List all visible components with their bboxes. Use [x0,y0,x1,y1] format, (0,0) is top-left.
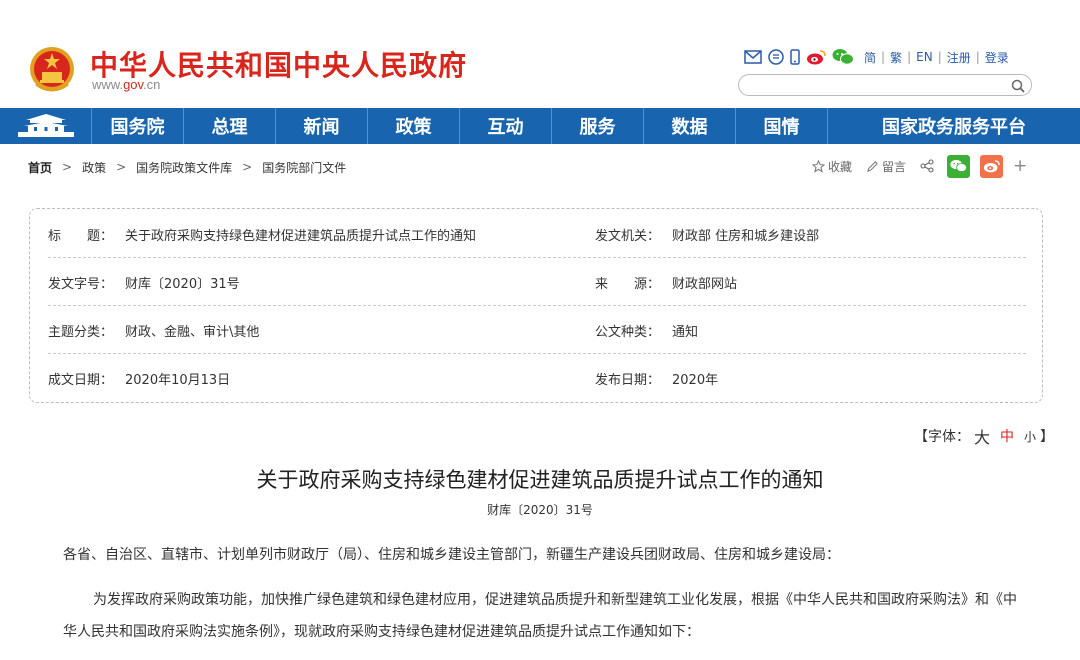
nav-item-data[interactable]: 数据 [644,108,736,144]
weibo-share-icon[interactable] [980,154,1004,178]
breadcrumb-home[interactable]: 首页 [28,159,52,176]
english-link[interactable]: EN [916,50,933,64]
type-label: 公文种类： [595,324,661,340]
document-info-box: 标 题： 关于政府采购支持绿色建材促进建筑品质提升试点工作的通知 发文机关： 财… [29,208,1043,403]
more-share-button[interactable]: + [1013,156,1027,176]
font-size-suffix: 】 [1040,429,1055,445]
source-label: 来 源： [595,276,661,292]
font-size-small[interactable]: 小 [1024,428,1036,445]
nav-item-state-council[interactable]: 国务院 [92,108,184,144]
breadcrumb-item[interactable]: 国务院政策文件库 [136,159,232,176]
nav-item-national-conditions[interactable]: 国情 [736,108,828,144]
chevron-right-icon: > [62,160,73,174]
divider: | [907,50,912,64]
article-paragraph: 为发挥政府采购政策功能，加快推广绿色建筑和绿色建材应用，促进建筑品质提升和新型建… [63,592,1017,640]
register-link[interactable]: 注册 [947,49,971,66]
share-icon [920,159,934,173]
national-emblem-icon [30,47,74,92]
info-row: 发文字号： 财库〔2020〕31号 来 源： 财政部网站 [48,258,1026,306]
breadcrumb: 首页 > 政策 > 国务院政策文件库 > 国务院部门文件 [28,158,346,176]
nav-item-policies[interactable]: 政策 [368,108,460,144]
message-icon[interactable] [768,49,784,65]
issuer-value: 财政部 住房和城乡建设部 [672,228,820,244]
site-url: www.gov.cn [92,77,161,92]
source-value: 财政部网站 [672,276,738,292]
written-date-label: 成文日期： [48,372,114,388]
search-input[interactable] [749,77,999,93]
font-size-large[interactable]: 大 [974,424,990,448]
nav-item-interaction[interactable]: 互动 [460,108,552,144]
published-date-cell: 发布日期： 2020年 [595,354,718,402]
pen-icon [867,160,878,172]
email-icon[interactable] [744,50,762,64]
chevron-right-icon: > [242,160,253,174]
info-row: 成文日期： 2020年10月13日 发布日期： 2020年 [48,354,1026,402]
login-link[interactable]: 登录 [985,49,1009,66]
star-icon [812,159,825,173]
type-cell: 公文种类： 通知 [595,306,698,354]
docno-label: 发文字号： [48,276,114,292]
written-date-value: 2020年10月13日 [125,372,231,388]
favorite-button[interactable]: 收藏 [812,158,852,175]
chevron-right-icon: > [116,160,127,174]
tiananmen-icon[interactable] [0,108,92,144]
top-links: 简 | 繁 | EN | 注册 | 登录 [744,46,1009,68]
site-header: 中华人民共和国中央人民政府 www.gov.cn 简 | 繁 | EN | 注册… [0,0,1080,108]
font-size-switcher: 【字体： 大 中 小 】 [912,424,1056,448]
breadcrumb-item[interactable]: 国务院部门文件 [262,159,346,176]
nav-item-news[interactable]: 新闻 [276,108,368,144]
docno-value: 财库〔2020〕31号 [125,276,240,292]
docno-cell: 发文字号： 财库〔2020〕31号 [48,258,240,306]
type-value: 通知 [672,324,699,340]
topic-cell: 主题分类： 财政、金融、审计\其他 [48,306,259,354]
search-icon[interactable] [1011,78,1025,97]
article-paragraph: 各省、自治区、直辖市、计划单列市财政厅（局）、住房和城乡建设主管部门，新疆生产建… [63,547,840,563]
divider: | [937,50,942,64]
article-doc-number: 财库〔2020〕31号 [487,503,593,517]
comment-label: 留言 [882,159,907,174]
info-row: 标 题： 关于政府采购支持绿色建材促进建筑品质提升试点工作的通知 发文机关： 财… [48,210,1026,258]
published-date-value: 2020年 [672,372,719,388]
font-size-prefix: 【字体： [914,429,970,445]
comment-button[interactable]: 留言 [866,158,906,175]
topic-value: 财政、金融、审计\其他 [125,324,260,340]
issuer-label: 发文机关： [595,228,661,244]
written-date-cell: 成文日期： 2020年10月13日 [48,354,230,402]
title-label: 标 题： [48,228,114,244]
font-size-medium[interactable]: 中 [1000,426,1014,446]
published-date-label: 发布日期： [595,372,661,388]
weibo-icon[interactable] [806,49,826,65]
topic-label: 主题分类： [48,324,114,340]
title-value: 关于政府采购支持绿色建材促进建筑品质提升试点工作的通知 [125,228,477,244]
traditional-link[interactable]: 繁 [890,49,902,66]
divider: | [881,50,886,64]
source-cell: 来 源： 财政部网站 [595,258,737,306]
breadcrumb-item[interactable]: 政策 [82,159,106,176]
main-nav: 国务院 总理 新闻 政策 互动 服务 数据 国情 国家政务服务平台 [0,108,1080,144]
nav-item-premier[interactable]: 总理 [184,108,276,144]
title-cell: 标 题： 关于政府采购支持绿色建材促进建筑品质提升试点工作的通知 [48,210,476,258]
favorite-label: 收藏 [828,159,853,174]
wechat-icon[interactable] [832,48,854,66]
share-button[interactable] [920,159,937,173]
info-row: 主题分类： 财政、金融、审计\其他 公文种类： 通知 [48,306,1026,354]
nav-item-services[interactable]: 服务 [552,108,644,144]
article-actions: 收藏 留言 + [812,154,1027,178]
issuer-cell: 发文机关： 财政部 住房和城乡建设部 [595,210,819,258]
article-title: 关于政府采购支持绿色建材促进建筑品质提升试点工作的通知 [256,468,824,492]
nav-item-service-platform[interactable]: 国家政务服务平台 [828,108,1080,144]
search-box [738,74,1032,96]
simplified-link[interactable]: 简 [864,49,876,66]
mobile-icon[interactable] [790,49,800,65]
divider: | [975,50,980,64]
wechat-share-icon[interactable] [947,154,971,178]
